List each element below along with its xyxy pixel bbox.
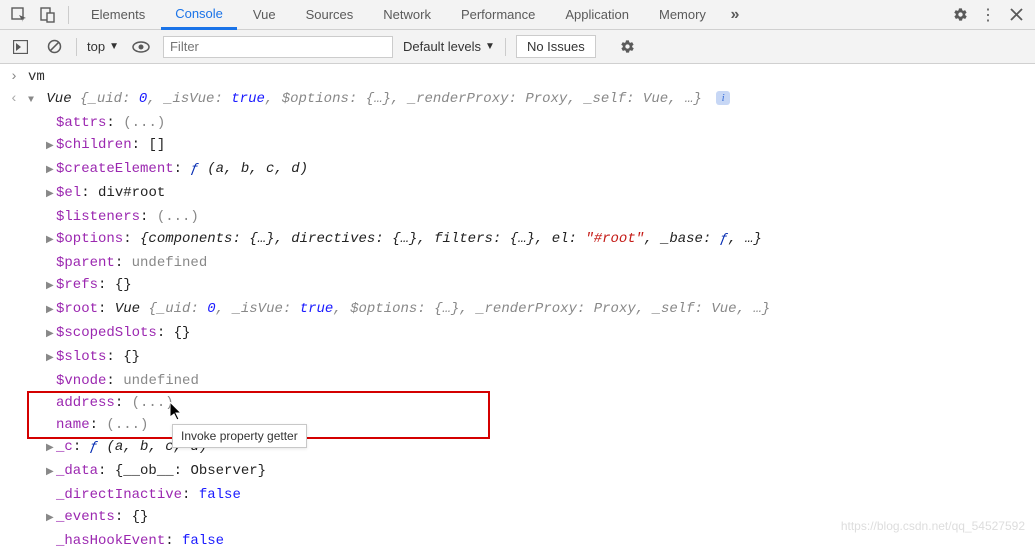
prop-vnode[interactable]: $vnode: undefined [0,370,1035,392]
console-output: › vm ‹ Vue {_uid: 0, _isVue: true, $opti… [0,64,1035,554]
tab-console[interactable]: Console [161,0,237,30]
separator [505,38,506,56]
hover-tooltip: Invoke property getter [172,424,307,448]
expand-arrow-icon[interactable] [46,230,56,252]
dropdown-icon: ▼ [109,41,119,52]
watermark-text: https://blog.csdn.net/qq_54527592 [841,519,1025,533]
prop-el[interactable]: $el: div#root [0,182,1035,206]
expand-arrow-icon[interactable] [28,90,38,112]
prop-parent[interactable]: $parent: undefined [0,252,1035,274]
console-toolbar: top ▼ Default levels ▼ No Issues [0,30,1035,64]
issues-button[interactable]: No Issues [516,35,596,58]
prop-c[interactable]: _c: ƒ (a, b, c, d) [0,436,1035,460]
more-tabs-icon[interactable]: » [722,2,748,28]
close-icon[interactable] [1003,2,1029,28]
info-badge-icon[interactable]: i [716,91,730,105]
expand-arrow-icon[interactable] [46,508,56,530]
tab-memory[interactable]: Memory [645,0,720,30]
tab-elements[interactable]: Elements [77,0,159,30]
prop-root[interactable]: $root: Vue {_uid: 0, _isVue: true, $opti… [0,298,1035,322]
prop-listeners[interactable]: $listeners: (...) [0,206,1035,228]
log-levels-selector[interactable]: Default levels ▼ [403,39,495,54]
tab-sources[interactable]: Sources [292,0,368,30]
tab-application[interactable]: Application [551,0,643,30]
expand-arrow-icon[interactable] [46,136,56,158]
console-result[interactable]: ‹ Vue {_uid: 0, _isVue: true, $options: … [0,88,1035,112]
levels-label: Default levels [403,39,481,54]
console-settings-icon[interactable] [616,35,640,59]
expand-arrow-icon[interactable] [46,438,56,460]
prop-address[interactable]: address: (...) [0,392,1035,414]
filter-input[interactable] [163,36,393,58]
settings-icon[interactable] [947,2,973,28]
tab-vue[interactable]: Vue [239,0,290,30]
context-selector[interactable]: top ▼ [87,39,119,54]
devtools-tabbar: Elements Console Vue Sources Network Per… [0,0,1035,30]
tab-network[interactable]: Network [369,0,445,30]
expand-arrow-icon[interactable] [46,276,56,298]
object-class: Vue [46,91,71,107]
separator [76,38,77,56]
output-chevron-icon: ‹ [6,88,22,110]
sidebar-toggle-icon[interactable] [8,35,32,59]
inspect-element-icon[interactable] [6,2,32,28]
console-input-echo: › vm [0,66,1035,88]
prop-name[interactable]: name: (...) [0,414,1035,436]
prop-refs[interactable]: $refs: {} [0,274,1035,298]
live-expression-icon[interactable] [129,35,153,59]
tab-performance[interactable]: Performance [447,0,549,30]
context-label: top [87,39,105,54]
clear-console-icon[interactable] [42,35,66,59]
expand-arrow-icon[interactable] [46,462,56,484]
expand-arrow-icon[interactable] [46,324,56,346]
expand-arrow-icon[interactable] [46,300,56,322]
separator [68,6,69,24]
input-chevron-icon: › [6,66,22,88]
kebab-menu-icon[interactable]: ⋮ [975,2,1001,28]
prop-directinactive[interactable]: _directInactive: false [0,484,1035,506]
prop-slots[interactable]: $slots: {} [0,346,1035,370]
prop-data[interactable]: _data: {__ob__: Observer} [0,460,1035,484]
expand-arrow-icon[interactable] [46,160,56,182]
input-text: vm [22,66,45,88]
prop-children[interactable]: $children: [] [0,134,1035,158]
device-toolbar-icon[interactable] [34,2,60,28]
prop-hashookevent[interactable]: _hasHookEvent: false [0,530,1035,552]
prop-createelement[interactable]: $createElement: ƒ (a, b, c, d) [0,158,1035,182]
prop-attrs[interactable]: $attrs: (...) [0,112,1035,134]
expand-arrow-icon[interactable] [46,348,56,370]
prop-options[interactable]: $options: {components: {…}, directives: … [0,228,1035,252]
expand-arrow-icon[interactable] [46,184,56,206]
dropdown-icon: ▼ [485,41,495,52]
prop-scopedslots[interactable]: $scopedSlots: {} [0,322,1035,346]
